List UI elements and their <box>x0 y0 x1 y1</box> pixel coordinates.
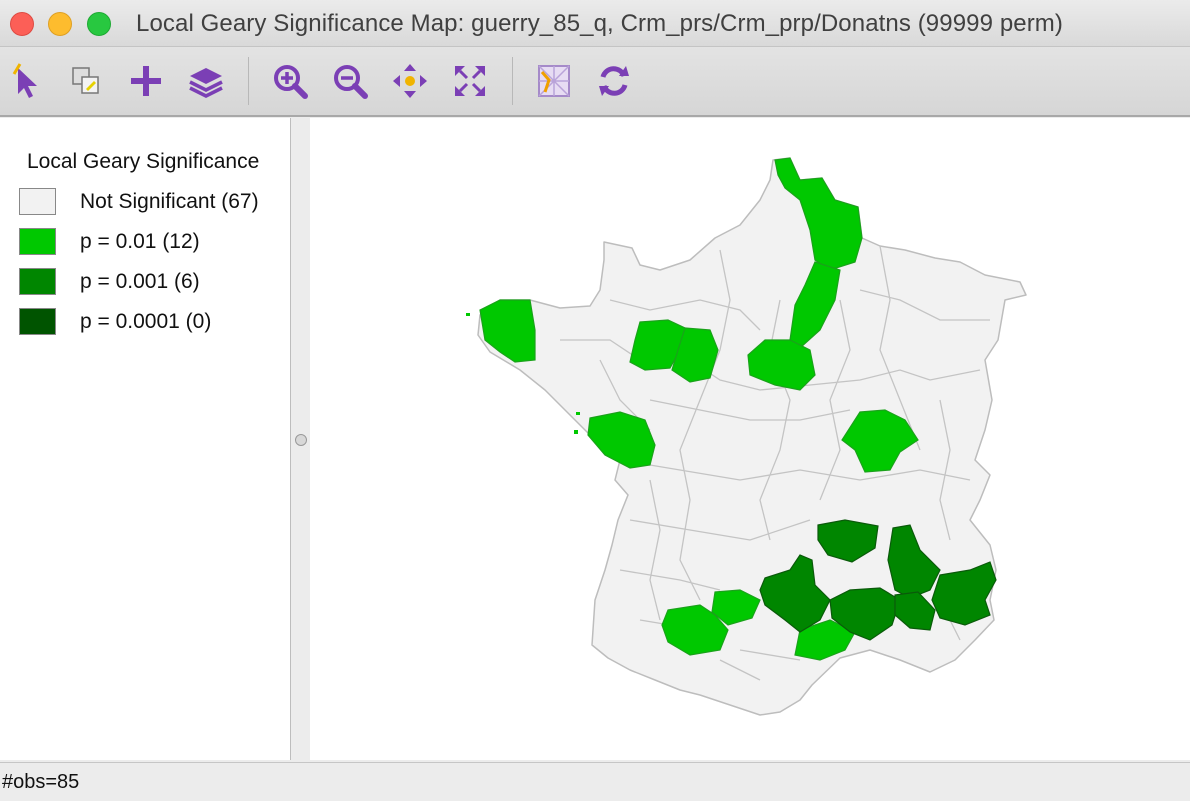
toolbar-separator <box>248 57 249 105</box>
legend-panel: Local Geary Significance Not Significant… <box>0 118 291 760</box>
zoom-out-button[interactable] <box>328 59 372 103</box>
toolbar-separator <box>512 57 513 105</box>
legend-item-label: p = 0.0001 (0) <box>80 310 212 333</box>
legend-item[interactable]: p = 0.0001 (0) <box>19 308 289 338</box>
maximize-window-button[interactable] <box>87 12 111 36</box>
status-bar: #obs=85 <box>0 762 1190 801</box>
toolbar <box>0 47 1190 117</box>
window-title: Local Geary Significance Map: guerry_85_… <box>136 10 1063 37</box>
map-canvas[interactable] <box>310 118 1190 760</box>
legend-item-label: p = 0.001 (6) <box>80 270 200 293</box>
observation-count: #obs=85 <box>2 771 80 793</box>
select-arrow-icon <box>12 63 37 98</box>
zoom-in-button[interactable] <box>268 59 312 103</box>
legend-swatch <box>19 228 56 255</box>
splitter-handle[interactable] <box>295 434 307 446</box>
pan-button[interactable] <box>388 59 432 103</box>
legend-title: Local Geary Significance <box>27 150 260 173</box>
select-tool-button[interactable] <box>6 59 50 103</box>
layers-icon <box>189 68 223 98</box>
full-extent-button[interactable] <box>448 59 492 103</box>
refresh-button[interactable] <box>592 59 636 103</box>
full-extent-icon <box>455 66 485 96</box>
basemap-icon <box>538 65 570 97</box>
title-bar: Local Geary Significance Map: guerry_85_… <box>0 0 1190 47</box>
map-island <box>576 412 580 415</box>
map-region-not-significant <box>477 157 1027 716</box>
legend-item-label: p = 0.01 (12) <box>80 230 200 253</box>
panel-splitter[interactable] <box>291 118 309 760</box>
close-window-button[interactable] <box>10 12 34 36</box>
layers-button[interactable] <box>184 59 228 103</box>
pan-arrows-icon <box>393 64 427 98</box>
legend-swatch <box>19 268 56 295</box>
basemap-button[interactable] <box>532 59 576 103</box>
add-button[interactable] <box>124 59 168 103</box>
map-region-p01 <box>479 299 536 363</box>
zoom-out-icon <box>334 65 368 99</box>
map-region-p01 <box>587 411 656 469</box>
plus-icon <box>131 66 161 96</box>
map-island <box>466 313 470 316</box>
refresh-icon <box>599 66 629 96</box>
selection-mode-button[interactable] <box>64 59 108 103</box>
legend-item[interactable]: p = 0.01 (12) <box>19 228 289 258</box>
legend-item-label: Not Significant (67) <box>80 190 259 213</box>
selection-shape-icon <box>72 67 99 94</box>
france-departments-map <box>466 157 1027 716</box>
legend-item[interactable]: Not Significant (67) <box>19 188 289 218</box>
legend-swatch <box>19 188 56 215</box>
legend-item[interactable]: p = 0.001 (6) <box>19 268 289 298</box>
zoom-in-icon <box>274 65 308 99</box>
map-island <box>574 430 578 434</box>
minimize-window-button[interactable] <box>48 12 72 36</box>
legend-swatch <box>19 308 56 335</box>
